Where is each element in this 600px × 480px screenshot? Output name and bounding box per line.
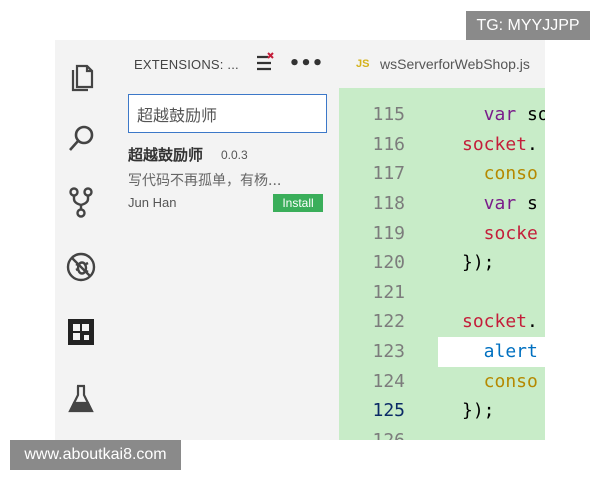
code-text: alert: [462, 337, 538, 367]
code-token: conso: [462, 370, 538, 392]
code-token: conso: [462, 163, 538, 185]
search-icon[interactable]: [59, 117, 103, 161]
extension-author: Jun Han: [128, 195, 177, 210]
extension-search-input[interactable]: [128, 94, 327, 133]
code-line[interactable]: 119 socke: [339, 219, 545, 249]
code-token: var: [462, 104, 528, 126]
code-text: });: [462, 396, 495, 426]
code-text: });: [462, 248, 495, 278]
explorer-icon[interactable]: [59, 54, 103, 98]
code-token: .: [527, 133, 538, 155]
code-token: s: [527, 193, 538, 214]
code-line[interactable]: 126: [339, 426, 545, 440]
code-token: alert: [462, 341, 538, 362]
code-text: var s: [462, 189, 538, 219]
tab-filename[interactable]: wsServerforWebShop.js: [380, 56, 530, 72]
code-token: });: [462, 400, 495, 422]
extension-name[interactable]: 超越鼓励师: [128, 144, 203, 165]
code-text: socket.: [462, 130, 538, 160]
more-actions-icon[interactable]: •••: [289, 52, 324, 74]
line-number: 124: [372, 370, 405, 392]
code-token: sock: [527, 104, 545, 126]
code-line[interactable]: 124 conso: [339, 367, 545, 397]
vscode-window: EXTENSIONS: ... ••• 超越鼓励师 0.0.3 写代码不再孤单，…: [55, 40, 545, 440]
code-text: var sock: [462, 100, 545, 130]
code-line[interactable]: 123 alert: [339, 337, 545, 367]
code-token: });: [462, 252, 495, 274]
code-line[interactable]: 121: [339, 278, 545, 308]
code-editor[interactable]: JS wsServerforWebShop.js 115 var sock116…: [339, 40, 545, 440]
code-line[interactable]: 115 var sock: [339, 100, 545, 130]
debug-icon[interactable]: [59, 245, 103, 289]
code-text: conso: [462, 367, 538, 397]
code-line[interactable]: 118 var s: [339, 189, 545, 219]
editor-tab-bar: JS wsServerforWebShop.js: [339, 40, 545, 88]
code-text: socket.: [462, 307, 538, 337]
source-control-icon[interactable]: [59, 180, 103, 224]
code-line[interactable]: 120});: [339, 248, 545, 278]
code-text: socke: [462, 219, 538, 249]
sidebar-title: EXTENSIONS: ...: [134, 57, 239, 72]
activity-bar: [55, 40, 107, 440]
line-number: 122: [372, 311, 405, 333]
line-number: 119: [372, 222, 405, 244]
line-number: 120: [372, 252, 405, 274]
js-file-icon: JS: [356, 58, 370, 70]
code-line[interactable]: 116 socket.: [339, 130, 545, 160]
code-line[interactable]: 125});: [339, 396, 545, 426]
watermark-top: TG: MYYJJPP: [466, 11, 590, 40]
line-number: 125: [372, 400, 405, 422]
code-line[interactable]: 117 conso: [339, 159, 545, 189]
code-line[interactable]: 122 socket.: [339, 307, 545, 337]
line-number: 116: [372, 133, 405, 155]
line-number: 118: [372, 193, 405, 214]
code-token: socke: [462, 222, 538, 244]
code-text: conso: [462, 159, 538, 189]
code-token: .: [527, 311, 538, 333]
install-button[interactable]: Install: [273, 194, 323, 212]
line-number: 115: [372, 104, 405, 126]
line-number: 123: [372, 341, 405, 362]
line-number: 117: [372, 163, 405, 185]
watermark-bottom: www.aboutkai8.com: [10, 440, 181, 470]
code-token: var: [462, 193, 528, 214]
line-number: 126: [339, 426, 405, 440]
line-number: 121: [372, 281, 405, 303]
code-token: socket: [462, 133, 528, 155]
clear-extensions-icon[interactable]: [253, 52, 275, 74]
extensions-sidebar: EXTENSIONS: ... ••• 超越鼓励师 0.0.3 写代码不再孤单，…: [107, 40, 339, 440]
code-token: socket: [462, 311, 528, 333]
test-flask-icon[interactable]: [59, 377, 103, 421]
extension-version: 0.0.3: [221, 148, 248, 162]
extension-description: 写代码不再孤单，有杨...: [128, 173, 282, 189]
extensions-icon[interactable]: [59, 310, 103, 354]
